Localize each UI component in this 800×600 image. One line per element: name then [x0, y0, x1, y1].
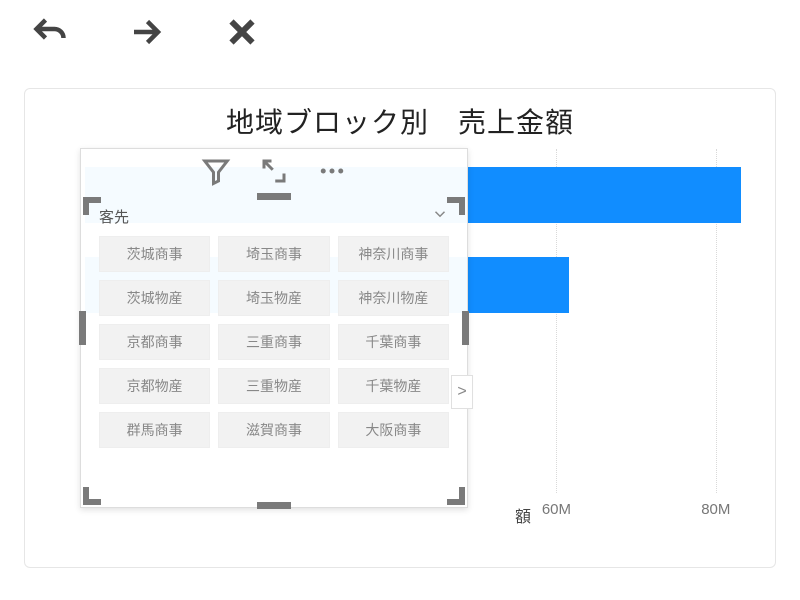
slicer-chip[interactable]: 神奈川物産 [338, 280, 449, 316]
focus-mode-icon[interactable] [259, 156, 289, 191]
slicer-chip[interactable]: 京都物産 [99, 368, 210, 404]
slicer-chip[interactable]: 埼玉物産 [218, 280, 329, 316]
slicer-chip[interactable]: 三重商事 [218, 324, 329, 360]
slicer-chip[interactable]: 京都商事 [99, 324, 210, 360]
x-tick-label: 60M [542, 501, 571, 518]
resize-handle-tr[interactable] [447, 197, 465, 215]
resize-handle-right[interactable] [462, 311, 469, 345]
resize-handle-bl[interactable] [83, 487, 101, 505]
resize-handle-left[interactable] [79, 311, 86, 345]
resize-handle-top[interactable] [257, 193, 291, 200]
x-axis-label-fragment: 額 [515, 503, 531, 527]
slicer-chip[interactable]: 茨城物産 [99, 280, 210, 316]
slicer-chip[interactable]: 茨城商事 [99, 236, 210, 272]
chart-title: 地域ブロック別 売上金額 [43, 101, 757, 141]
close-button[interactable] [218, 8, 266, 56]
chevron-right-icon: > [457, 383, 466, 401]
close-icon [224, 14, 260, 50]
slicer-chip[interactable]: 千葉商事 [338, 324, 449, 360]
slicer-chip[interactable]: 滋賀商事 [218, 412, 329, 448]
back-button[interactable] [26, 8, 74, 56]
more-options-icon[interactable] [317, 156, 347, 191]
forward-button[interactable] [122, 8, 170, 56]
resize-handle-br[interactable] [447, 487, 465, 505]
slicer-header: 客先 [81, 203, 467, 236]
history-toolbar [0, 0, 800, 64]
undo-arrow-icon [32, 14, 68, 50]
filter-icon[interactable] [201, 156, 231, 191]
slicer-chip[interactable]: 埼玉商事 [218, 236, 329, 272]
slicer-chip[interactable]: 神奈川商事 [338, 236, 449, 272]
resize-handle-tl[interactable] [83, 197, 101, 215]
slicer-chip[interactable]: 大阪商事 [338, 412, 449, 448]
resize-handle-bottom[interactable] [257, 502, 291, 509]
y-axis-label [49, 289, 65, 293]
x-tick-label: 80M [701, 501, 730, 518]
slicer-next-page[interactable]: > [451, 375, 473, 409]
slicer-title: 客先 [99, 206, 129, 227]
arrow-right-icon [128, 14, 164, 50]
slicer-popup[interactable]: 客先 茨城商事埼玉商事神奈川商事茨城物産埼玉物産神奈川物産京都商事三重商事千葉商… [80, 148, 468, 508]
slicer-chip[interactable]: 千葉物産 [338, 368, 449, 404]
slicer-grid: 茨城商事埼玉商事神奈川商事茨城物産埼玉物産神奈川物産京都商事三重商事千葉商事京都… [81, 236, 467, 448]
slicer-toolbar [81, 149, 467, 197]
slicer-chip[interactable]: 群馬商事 [99, 412, 210, 448]
slicer-chip[interactable]: 三重物産 [218, 368, 329, 404]
